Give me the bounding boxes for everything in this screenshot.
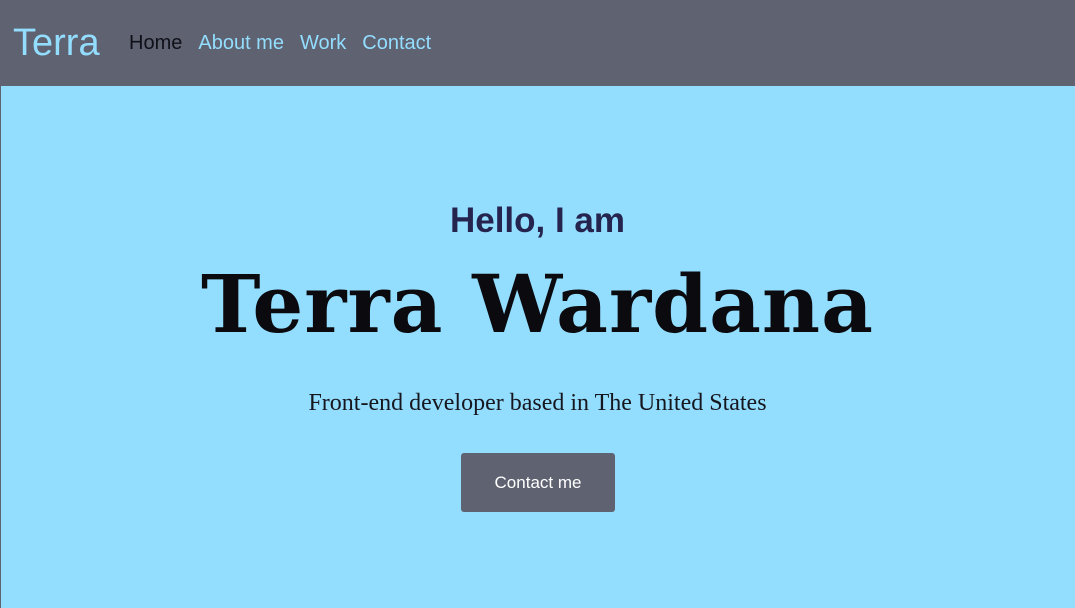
- hero-greeting: Hello, I am: [449, 201, 626, 240]
- nav-link-home[interactable]: Home: [129, 31, 182, 55]
- brand-logo[interactable]: Terra: [13, 21, 100, 65]
- nav-link-about[interactable]: About me: [198, 31, 284, 55]
- hero-tagline: Front-end developer based in The United …: [308, 390, 767, 416]
- nav-link-work[interactable]: Work: [300, 31, 346, 55]
- contact-me-button[interactable]: Contact me: [461, 453, 615, 512]
- hero-name: Terra Wardana: [201, 257, 874, 351]
- navbar: Terra Home About me Work Contact: [0, 0, 1075, 86]
- nav-link-contact[interactable]: Contact: [362, 31, 431, 55]
- nav-links: Home About me Work Contact: [129, 31, 447, 55]
- hero-section: Hello, I am Terra Wardana Front-end deve…: [0, 86, 1075, 608]
